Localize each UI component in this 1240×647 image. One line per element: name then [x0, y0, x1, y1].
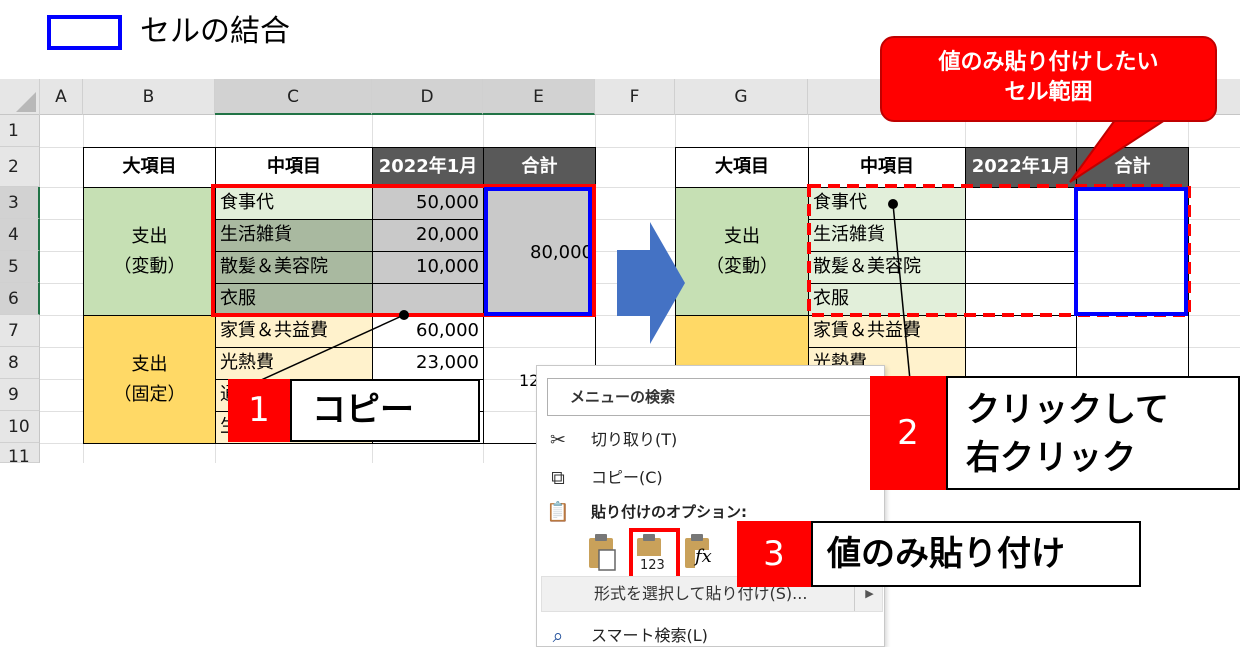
paste-values-highlight: [629, 528, 680, 583]
smart-lookup-label: スマート検索(L): [591, 626, 708, 645]
menu-item-copy-label: コピー(C): [591, 468, 663, 487]
callout-line1: 値のみ貼り付けしたい: [938, 50, 1159, 75]
paste-default-icon: [589, 534, 616, 571]
context-menu: メニューの検索 ✂ 切り取り(T) ⧉ コピー(C) 📋 貼り付けのオプション:…: [536, 365, 885, 647]
clipboard-icon: 📋: [546, 501, 570, 523]
copy-icon: ⧉: [551, 467, 565, 489]
step-2-line1: クリックして: [966, 390, 1169, 430]
paste-range-outline: [807, 184, 1191, 317]
search-icon: ⌕: [552, 625, 564, 647]
right-merged-outline: [1074, 187, 1188, 316]
paste-range-callout: 値のみ貼り付けしたい セル範囲: [880, 36, 1217, 122]
callout-tail: [1069, 119, 1169, 183]
left-merged-outline: [484, 187, 592, 316]
paste-formulas-fx[interactable]: fx: [695, 546, 712, 567]
step-3-label: 値のみ貼り付け: [811, 521, 1141, 587]
menu-item-cut[interactable]: ✂ 切り取り(T): [537, 422, 884, 458]
menu-item-smart-lookup[interactable]: ⌕ スマート検索(L): [537, 618, 884, 647]
step-2-number: 2: [870, 376, 946, 490]
step-2-line2: 右クリック: [966, 438, 1136, 478]
menu-item-copy[interactable]: ⧉ コピー(C): [537, 460, 884, 496]
paste-options-heading: 貼り付けのオプション:: [591, 503, 747, 521]
copy-range-outline: [211, 184, 596, 317]
step-2-label: クリックして 右クリック: [946, 376, 1240, 490]
callout-line2: セル範囲: [1004, 80, 1093, 105]
step-1-number: 1: [228, 379, 290, 442]
arrow-right-icon: [617, 222, 685, 344]
menu-item-cut-label: 切り取り(T): [591, 430, 678, 449]
scissors-icon: ✂: [550, 429, 566, 451]
step-3-number: 3: [737, 521, 811, 587]
step-1-label: コピー: [290, 379, 480, 442]
menu-search-input[interactable]: メニューの検索: [547, 378, 877, 416]
